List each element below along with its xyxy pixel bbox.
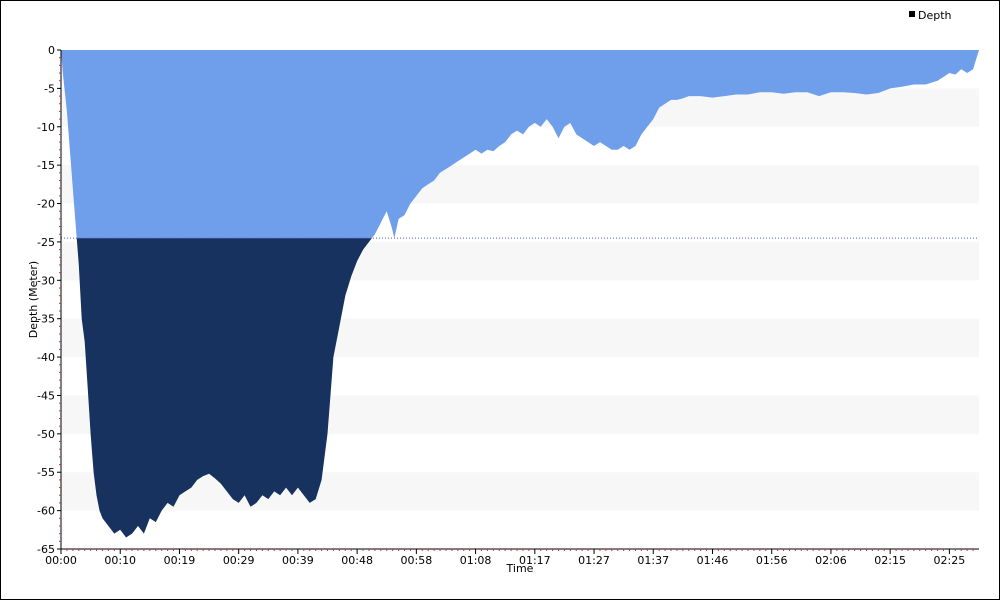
x-tick-label: 00:58 — [401, 554, 433, 567]
legend-label-depth: Depth — [918, 9, 952, 22]
x-tick-label: 00:19 — [164, 554, 196, 567]
y-tick-label: -15 — [37, 159, 55, 172]
x-tick-label: 00:10 — [104, 554, 136, 567]
x-tick-label: 02:06 — [815, 554, 847, 567]
x-tick-label: 00:48 — [341, 554, 373, 567]
y-axis: 0-5-10-15-20-25-30-35-40-45-50-55-60-65 — [37, 44, 62, 556]
legend-swatch-depth — [909, 11, 915, 17]
x-tick-label: 01:08 — [460, 554, 492, 567]
x-tick-label: 00:29 — [223, 554, 255, 567]
y-axis-title: Depth (Meter) — [27, 261, 40, 338]
depth-chart: 0-5-10-15-20-25-30-35-40-45-50-55-60-65 … — [27, 9, 979, 575]
y-tick-label: -40 — [37, 351, 55, 364]
legend: Depth — [909, 9, 952, 22]
x-tick-label: 00:39 — [282, 554, 314, 567]
x-axis-title: Time — [506, 562, 534, 575]
x-tick-label: 02:15 — [874, 554, 906, 567]
y-tick-label: -50 — [37, 428, 55, 441]
x-tick-label: 02:25 — [934, 554, 966, 567]
y-tick-label: -25 — [37, 236, 55, 249]
y-tick-label: 0 — [48, 44, 55, 57]
y-tick-label: -10 — [37, 121, 55, 134]
x-tick-label: 01:37 — [637, 554, 669, 567]
y-tick-label: -55 — [37, 466, 55, 479]
x-tick-label: 01:27 — [578, 554, 610, 567]
y-tick-label: -45 — [37, 389, 55, 402]
y-tick-label: -5 — [44, 82, 55, 95]
x-tick-label: 01:46 — [697, 554, 729, 567]
x-tick-label: 01:56 — [756, 554, 788, 567]
x-tick-label: 00:00 — [45, 554, 77, 567]
y-tick-label: -60 — [37, 505, 55, 518]
y-tick-label: -20 — [37, 198, 55, 211]
